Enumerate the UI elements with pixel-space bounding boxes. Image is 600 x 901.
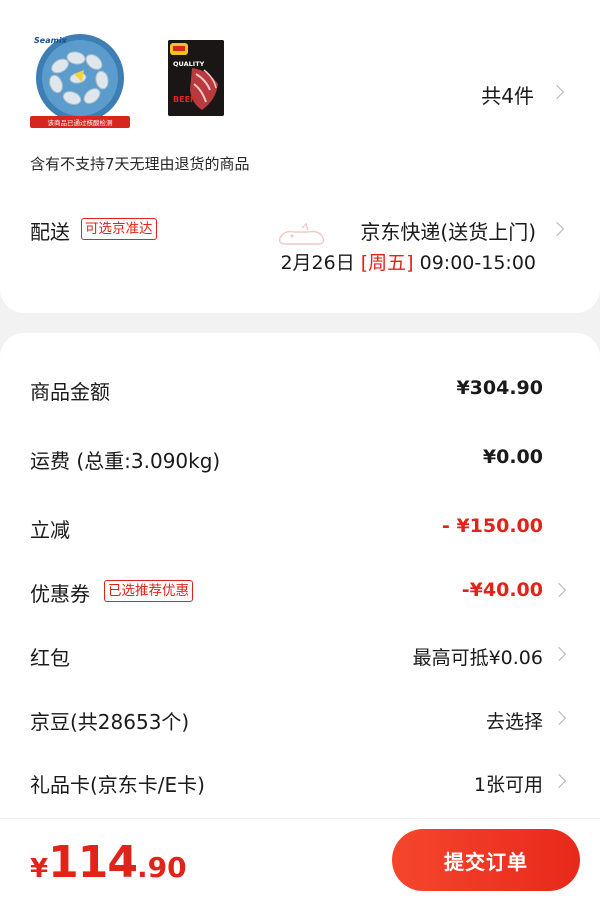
return-policy-notice: 含有不支持7天无理由退货的商品 bbox=[30, 155, 250, 173]
delivery-label: 配送 bbox=[30, 220, 70, 244]
shrimp-brand-logo: Seamix bbox=[34, 36, 68, 45]
order-items-card: 该商品已通过核酸检测 Seamix QUALITY BEEF 共4件 含有不支持… bbox=[0, 0, 600, 313]
total-decimal: .90 bbox=[136, 851, 187, 884]
discount-label: 立减 bbox=[30, 518, 70, 542]
freight-row: 运费 (总重:3.090kg) ¥0.00 bbox=[0, 437, 600, 477]
beef-pack-image: QUALITY BEEF bbox=[168, 40, 224, 116]
delivery-time-slot: 09:00-15:00 bbox=[419, 252, 536, 274]
freight-label: 运费 (总重:3.090kg) bbox=[30, 449, 221, 473]
delivery-date: 2月26日 bbox=[280, 252, 355, 274]
goods-amount-row: 商品金额 ¥304.90 bbox=[0, 368, 600, 408]
jingdou-value[interactable]: 去选择 bbox=[486, 707, 543, 734]
submit-order-button[interactable]: 提交订单 bbox=[392, 829, 580, 891]
red-packet-label: 红包 bbox=[30, 646, 70, 670]
goods-row[interactable]: 该商品已通过核酸检测 Seamix QUALITY BEEF 共4件 bbox=[0, 0, 600, 140]
chevron-right-icon[interactable] bbox=[549, 84, 565, 100]
coupon-value[interactable]: -¥40.00 bbox=[462, 579, 543, 601]
chevron-right-icon[interactable] bbox=[551, 710, 567, 726]
shrimp-caption: 该商品已通过核酸检测 bbox=[48, 118, 114, 127]
red-packet-value[interactable]: 最高可抵¥0.06 bbox=[413, 643, 543, 670]
total-currency: ¥ bbox=[30, 854, 49, 884]
gift-card-row[interactable]: 礼品卡(京东卡/E卡) 1张可用 bbox=[0, 761, 600, 801]
product-thumbnail-beef[interactable]: QUALITY BEEF bbox=[168, 40, 224, 116]
chevron-right-icon[interactable] bbox=[551, 773, 567, 789]
beef-pack-text-1: QUALITY bbox=[173, 60, 205, 68]
chevron-right-icon[interactable] bbox=[551, 582, 567, 598]
product-thumbnail-shrimp[interactable]: 该商品已通过核酸检测 Seamix bbox=[30, 32, 130, 128]
coupon-label: 优惠券 bbox=[30, 582, 90, 606]
jingdou-label: 京豆(共28653个) bbox=[30, 710, 190, 734]
goods-count[interactable]: 共4件 bbox=[481, 80, 534, 109]
total-integer: 114 bbox=[48, 837, 138, 888]
delivery-time[interactable]: 2月26日 [周五] 09:00-15:00 bbox=[280, 248, 536, 275]
price-summary-card: 商品金额 ¥304.90 运费 (总重:3.090kg) ¥0.00 立减 - … bbox=[0, 333, 600, 901]
discount-row: 立减 - ¥150.00 bbox=[0, 506, 600, 546]
delivery-weekday: [周五] bbox=[360, 252, 414, 274]
delivery-option-tag[interactable]: 可选京准达 bbox=[81, 218, 157, 240]
chevron-right-icon[interactable] bbox=[549, 221, 565, 237]
chevron-right-icon[interactable] bbox=[551, 646, 567, 662]
red-packet-row[interactable]: 红包 最高可抵¥0.06 bbox=[0, 634, 600, 674]
checkout-bar: ¥114.90 提交订单 bbox=[0, 818, 600, 901]
jingdou-row[interactable]: 京豆(共28653个) 去选择 bbox=[0, 698, 600, 738]
goods-amount-label: 商品金额 bbox=[30, 380, 110, 404]
shrimp-plate-image: 该商品已通过核酸检测 Seamix bbox=[30, 34, 130, 128]
gift-card-value[interactable]: 1张可用 bbox=[474, 770, 543, 797]
gift-card-label: 礼品卡(京东卡/E卡) bbox=[30, 773, 205, 797]
order-total: ¥114.90 bbox=[30, 837, 187, 888]
discount-value: - ¥150.00 bbox=[441, 515, 543, 537]
goods-amount-value: ¥304.90 bbox=[456, 377, 543, 399]
coupon-row[interactable]: 优惠券 已选推荐优惠 -¥40.00 bbox=[0, 570, 600, 610]
jd-dog-watermark-icon bbox=[278, 222, 325, 245]
freight-value: ¥0.00 bbox=[482, 446, 543, 468]
coupon-tag: 已选推荐优惠 bbox=[104, 580, 193, 602]
beef-pack-text-2: BEEF bbox=[173, 95, 196, 104]
delivery-method[interactable]: 京东快递(送货上门) bbox=[360, 216, 536, 245]
